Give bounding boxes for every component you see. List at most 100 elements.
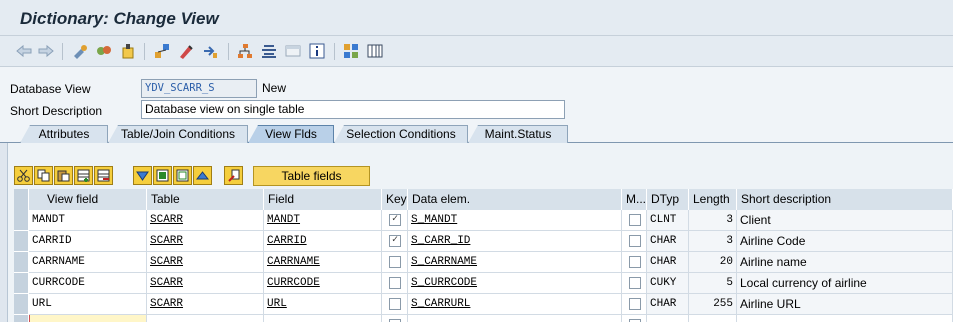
row-selector[interactable] [14, 315, 29, 322]
cell-view-field[interactable]: CURRCODE [29, 273, 147, 294]
select-block-icon[interactable] [153, 166, 172, 185]
edit-icon[interactable] [178, 43, 194, 59]
list-icon[interactable] [261, 43, 277, 59]
cell-table[interactable]: SCARR [147, 273, 264, 294]
table-row[interactable]: URL SCARR URL S_CARRURL CHAR 255 Airline URL [14, 294, 953, 315]
mod-checkbox[interactable] [629, 277, 641, 289]
info-icon[interactable] [309, 43, 325, 59]
cell-length[interactable]: 3 [689, 231, 737, 252]
columns-icon[interactable] [367, 43, 383, 59]
column-header-data-element[interactable]: Data elem. [408, 189, 622, 210]
mod-checkbox[interactable] [629, 298, 641, 310]
cell-desc[interactable]: Local currency of airline [737, 273, 953, 294]
cell-data-elem[interactable] [408, 315, 622, 322]
cell-dtyp[interactable]: CUKY [647, 273, 689, 294]
cell-mod[interactable] [622, 294, 647, 315]
cell-key[interactable]: ✓ [382, 210, 408, 231]
cell-desc[interactable]: Airline name [737, 252, 953, 273]
hierarchy-icon[interactable] [237, 43, 253, 59]
table-row[interactable]: CARRID SCARR CARRID ✓ S_CARR_ID CHAR 3 Airline … [14, 231, 953, 252]
cell-data-elem[interactable]: S_CARRURL [408, 294, 622, 315]
cell-mod[interactable] [622, 315, 647, 322]
row-selector[interactable] [14, 210, 29, 231]
cell-dtyp[interactable]: CHAR [647, 231, 689, 252]
cell-view-field[interactable]: CARRNAME [29, 252, 147, 273]
cell-view-field[interactable]: URL [29, 294, 147, 315]
forward-arrow-icon[interactable] [38, 43, 54, 59]
cell-mod[interactable] [622, 231, 647, 252]
cell-dtyp[interactable]: CHAR [647, 294, 689, 315]
paste-icon[interactable] [54, 166, 73, 185]
cell-field[interactable]: MANDT [264, 210, 382, 231]
collapse-icon[interactable] [193, 166, 212, 185]
short-description-field[interactable]: Database view on single table [141, 100, 565, 119]
table-row[interactable]: CARRNAME SCARR CARRNAME S_CARRNAME CHAR 20 Air… [14, 252, 953, 273]
cell-field[interactable]: CARRNAME [264, 252, 382, 273]
cell-mod[interactable] [622, 210, 647, 231]
cell-field[interactable] [264, 315, 382, 322]
cell-table[interactable]: SCARR [147, 294, 264, 315]
column-header-table[interactable]: Table [147, 189, 264, 210]
cell-desc[interactable]: Client [737, 210, 953, 231]
cell-length[interactable]: 3 [689, 210, 737, 231]
cell-field[interactable]: URL [264, 294, 382, 315]
cell-view-field[interactable]: MANDT [29, 210, 147, 231]
cell-data-elem[interactable]: S_CARRNAME [408, 252, 622, 273]
cell-data-elem[interactable]: S_MANDT [408, 210, 622, 231]
cell-key[interactable]: ✓ [382, 231, 408, 252]
insert-row-icon[interactable] [74, 166, 93, 185]
where-used-icon[interactable] [154, 43, 170, 59]
column-header-view-field[interactable]: View field [29, 189, 147, 210]
column-header-dtyp[interactable]: DTyp [647, 189, 689, 210]
display-change-icon[interactable] [96, 43, 112, 59]
other-object-icon[interactable] [72, 43, 88, 59]
key-checkbox[interactable] [389, 256, 401, 268]
cell-data-elem[interactable]: S_CURRCODE [408, 273, 622, 294]
cell-dtyp[interactable] [647, 315, 689, 322]
row-selector[interactable] [14, 273, 29, 294]
move-icon[interactable] [202, 43, 218, 59]
row-selector[interactable] [14, 231, 29, 252]
cell-view-field[interactable]: CARRID [29, 231, 147, 252]
cell-field[interactable]: CARRID [264, 231, 382, 252]
table-row-new[interactable] [14, 315, 953, 322]
table-row[interactable]: CURRCODE SCARR CURRCODE S_CURRCODE CUKY 5 Loca… [14, 273, 953, 294]
select-all-icon[interactable] [133, 166, 152, 185]
cell-key[interactable] [382, 252, 408, 273]
cell-desc[interactable]: Airline Code [737, 231, 953, 252]
cell-mod[interactable] [622, 252, 647, 273]
copy-icon[interactable] [34, 166, 53, 185]
cell-table[interactable]: SCARR [147, 210, 264, 231]
key-checkbox[interactable]: ✓ [389, 214, 401, 226]
mod-checkbox[interactable] [629, 256, 641, 268]
technical-settings-icon[interactable] [343, 43, 359, 59]
tab-view-fields[interactable]: View Flds [248, 125, 334, 143]
delete-row-icon[interactable] [94, 166, 113, 185]
key-checkbox[interactable] [389, 298, 401, 310]
back-arrow-icon[interactable] [16, 43, 32, 59]
cell-table[interactable]: SCARR [147, 231, 264, 252]
activate-icon[interactable] [120, 43, 136, 59]
cell-table[interactable]: SCARR [147, 252, 264, 273]
tab-maint-status[interactable]: Maint.Status [468, 125, 568, 143]
column-header-mod[interactable]: M... [622, 189, 647, 210]
cell-length[interactable] [689, 315, 737, 322]
key-checkbox[interactable]: ✓ [389, 235, 401, 247]
cell-table[interactable] [147, 315, 264, 322]
layout-icon[interactable] [285, 43, 301, 59]
view-name-field[interactable]: YDV_SCARR_S [141, 79, 257, 98]
cell-desc[interactable] [737, 315, 953, 322]
cell-key[interactable] [382, 294, 408, 315]
row-selector[interactable] [14, 294, 29, 315]
cut-icon[interactable] [14, 166, 33, 185]
cell-dtyp[interactable]: CLNT [647, 210, 689, 231]
table-row[interactable]: MANDT SCARR MANDT ✓ S_MANDT CLNT 3 Client [14, 210, 953, 231]
column-header-field[interactable]: Field [264, 189, 382, 210]
column-header-short-description[interactable]: Short description [737, 189, 953, 210]
cell-length[interactable]: 20 [689, 252, 737, 273]
cell-length[interactable]: 255 [689, 294, 737, 315]
mod-checkbox[interactable] [629, 214, 641, 226]
cell-mod[interactable] [622, 273, 647, 294]
cell-key[interactable] [382, 273, 408, 294]
tab-selection-conditions[interactable]: Selection Conditions [334, 125, 468, 143]
